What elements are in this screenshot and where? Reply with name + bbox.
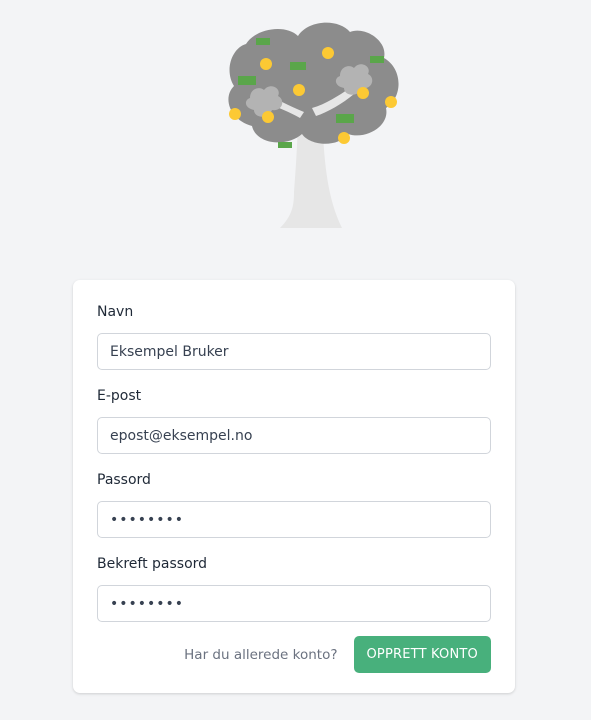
name-label: Navn bbox=[97, 304, 134, 320]
password-label: Passord bbox=[97, 472, 151, 488]
signup-card: Navn E-post Passord Bekreft passord Har … bbox=[73, 280, 515, 693]
password-input[interactable] bbox=[97, 501, 491, 538]
form-footer: Har du allerede konto? OPPRETT KONTO bbox=[97, 636, 491, 673]
email-label: E-post bbox=[97, 388, 142, 404]
confirm-password-label: Bekreft passord bbox=[97, 556, 208, 572]
email-input[interactable] bbox=[97, 417, 491, 454]
confirm-password-input[interactable] bbox=[97, 585, 491, 622]
email-field: E-post bbox=[97, 386, 491, 454]
name-field: Navn bbox=[97, 302, 491, 370]
create-account-button[interactable]: OPPRETT KONTO bbox=[353, 636, 491, 673]
password-field: Passord bbox=[97, 470, 491, 538]
money-tree-logo bbox=[228, 22, 399, 228]
existing-account-link[interactable]: Har du allerede konto? bbox=[184, 647, 337, 663]
confirm-password-field: Bekreft passord bbox=[97, 554, 491, 622]
name-input[interactable] bbox=[97, 333, 491, 370]
